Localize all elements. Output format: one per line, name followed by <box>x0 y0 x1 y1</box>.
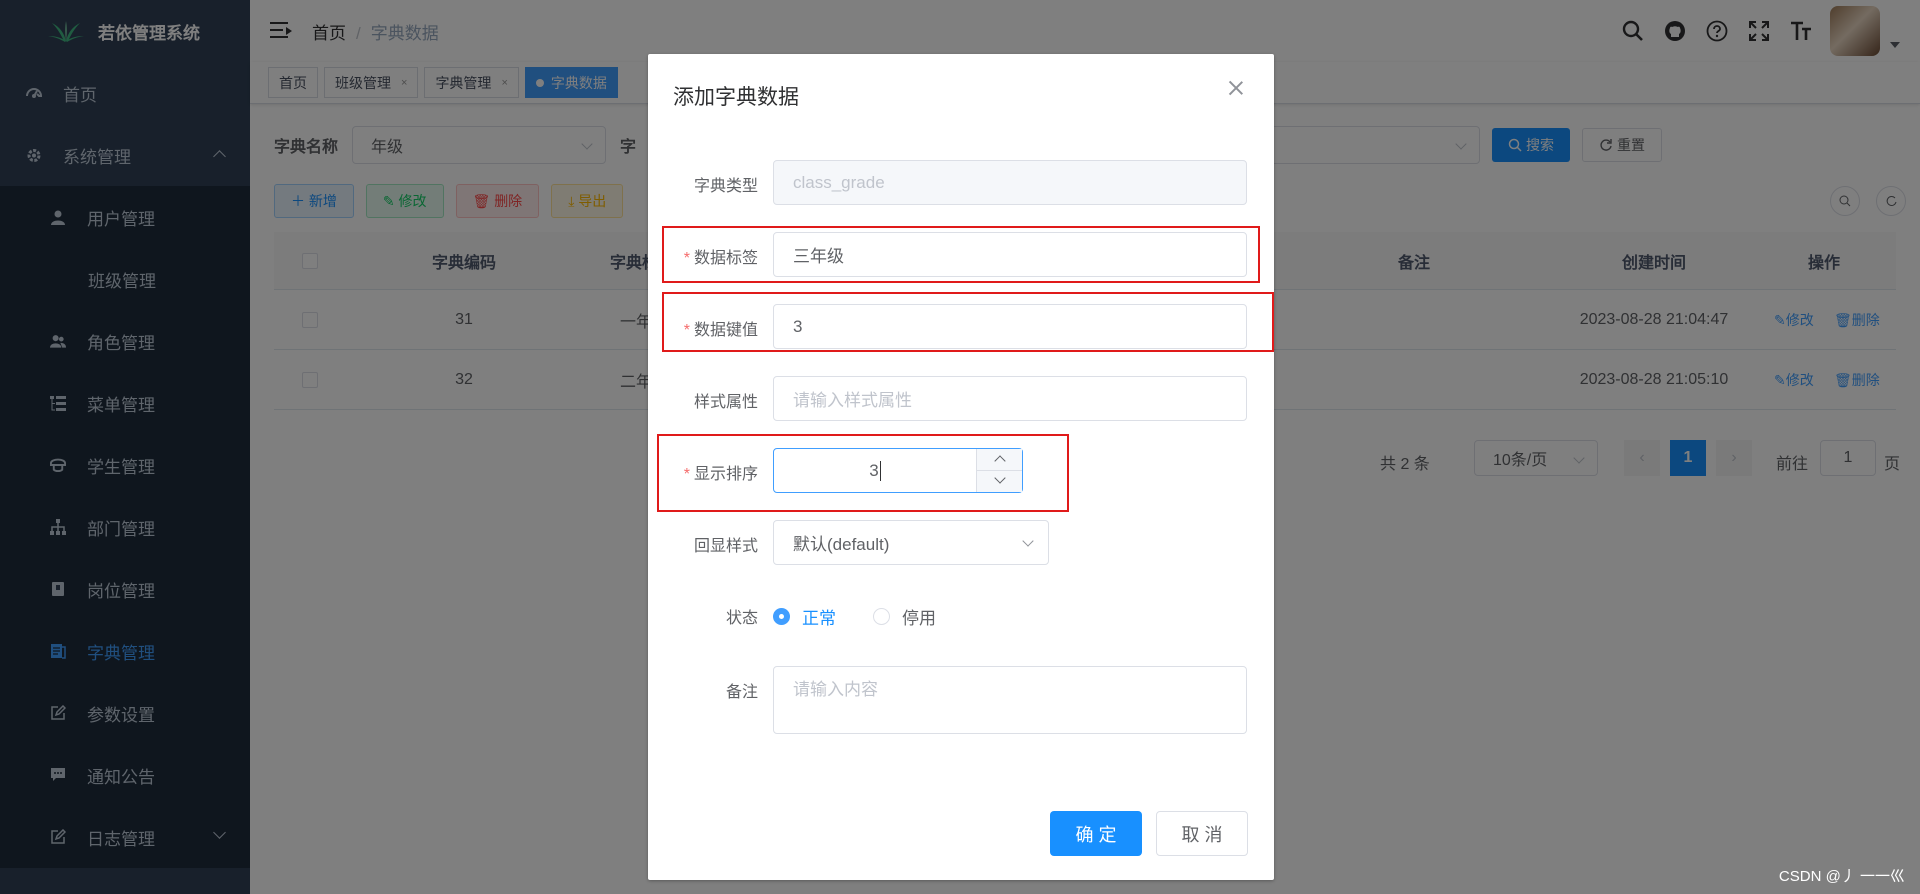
list-class-label: 回显样式 <box>693 538 758 555</box>
number-stepper <box>976 449 1022 492</box>
remark-label: 备注 <box>725 684 758 701</box>
css-class-label: 样式属性 <box>693 394 758 411</box>
sort-value: 3 <box>869 460 879 480</box>
css-class-input[interactable]: 请输入样式属性 <box>773 376 1247 421</box>
dict-label-label: * 数据标签 <box>683 250 758 267</box>
status-radio-disabled[interactable]: 停用 <box>873 604 936 629</box>
list-class-value: 默认(default) <box>793 535 890 554</box>
required-mark: * <box>683 466 690 483</box>
dict-label-input[interactable]: 三年级 <box>773 232 1247 277</box>
chevron-up-icon <box>994 455 1006 467</box>
status-label: 状态 <box>725 610 758 627</box>
remark-textarea[interactable]: 请输入内容 <box>773 666 1247 734</box>
list-class-select[interactable]: 默认(default) <box>773 520 1049 565</box>
add-dict-data-dialog: 添加字典数据 字典类型 class_grade * 数据标签 三年级 * 数据键值 … <box>648 54 1274 880</box>
radio-label: 停用 <box>902 609 936 628</box>
dialog-title: 添加字典数据 <box>673 86 799 109</box>
text-cursor <box>879 460 881 481</box>
close-icon[interactable] <box>1228 80 1244 96</box>
required-mark: * <box>683 250 690 267</box>
dict-type-label: 字典类型 <box>693 178 758 195</box>
chevron-down-icon <box>994 471 1006 484</box>
radio-unchecked-icon <box>873 608 890 625</box>
chevron-down-icon <box>1022 535 1034 547</box>
sort-number-input[interactable]: 3 <box>773 448 1023 493</box>
increase-button[interactable] <box>977 449 1022 471</box>
required-mark: * <box>683 322 690 339</box>
watermark: CSDN @丿 一一巛 <box>1778 868 1905 885</box>
status-radio-normal[interactable]: 正常 <box>773 604 836 629</box>
dict-value-label: * 数据键值 <box>683 322 758 339</box>
sort-label: * 显示排序 <box>683 466 758 483</box>
confirm-button[interactable]: 确 定 <box>1050 811 1142 856</box>
cancel-button[interactable]: 取 消 <box>1156 811 1248 856</box>
decrease-button[interactable] <box>977 471 1022 493</box>
radio-label: 正常 <box>802 609 836 628</box>
dict-type-input: class_grade <box>773 160 1247 205</box>
dict-value-input[interactable]: 3 <box>773 304 1247 349</box>
radio-checked-icon <box>773 608 790 625</box>
